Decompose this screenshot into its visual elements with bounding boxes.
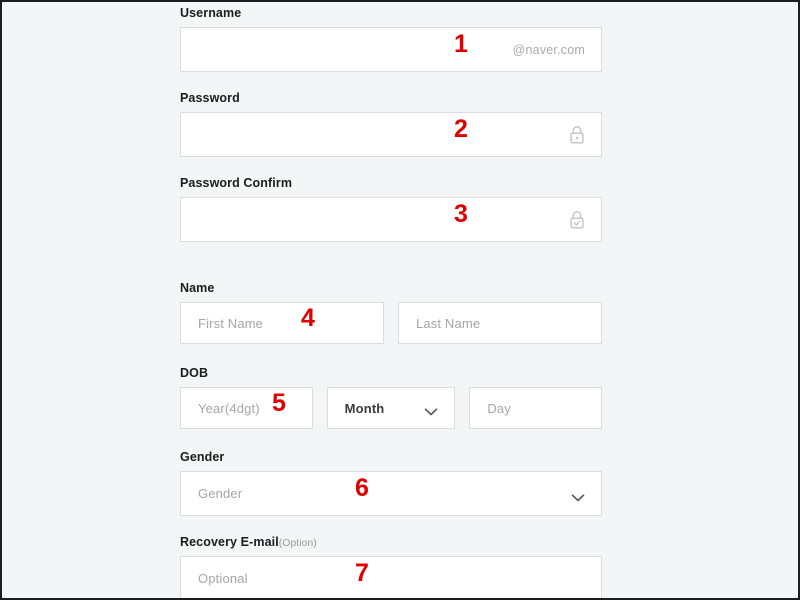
chevron-down-icon [571,489,585,501]
lock-icon [567,124,587,146]
signup-form-screenshot: Username @naver.com 1 Password 2 Passwor… [0,0,800,600]
recovery-email-label-note: (Option) [278,537,317,549]
field-group-gender: Gender Gender 6 [180,450,602,516]
recovery-email-label-slot: Recovery E-mail(Option) [180,535,602,556]
field-group-name: Name First Name Last Name 4 [180,281,602,344]
field-group-recovery-email: Recovery E-mail(Option) Optional 7 [180,535,602,598]
annotation-marker-1: 1 [454,30,468,58]
first-name-input[interactable]: First Name [180,302,384,344]
annotation-marker-7: 7 [355,559,369,587]
field-group-username: Username @naver.com 1 [180,6,602,72]
annotation-marker-3: 3 [454,200,468,228]
dob-month-value: Month [344,400,385,416]
password-confirm-label-slot: Password Confirm [180,176,602,197]
gender-select[interactable]: Gender [180,471,602,516]
annotation-marker-6: 6 [355,474,369,502]
recovery-email-placeholder: Optional [198,571,248,586]
gender-label: Gender [180,450,225,464]
annotation-marker-4: 4 [301,304,315,332]
recovery-email-label-text: Recovery E-mail [180,535,279,549]
dob-label: DOB [180,366,209,380]
password-input[interactable] [180,112,602,157]
name-row: First Name Last Name [180,302,602,344]
field-group-password: Password 2 [180,91,602,157]
gender-value: Gender [198,486,243,501]
username-domain-suffix: @naver.com [512,42,585,57]
recovery-email-input[interactable]: Optional [180,556,602,598]
password-confirm-label: Password Confirm [180,176,293,190]
lock-check-icon [567,209,587,231]
password-confirm-input[interactable] [180,197,602,242]
field-group-dob: DOB Year(4dgt) Month Day 5 [180,366,602,429]
field-group-password-confirm: Password Confirm 3 [180,176,602,242]
username-label: Username [180,6,242,20]
chevron-down-icon [424,404,438,416]
dob-day-input[interactable]: Day [469,387,602,429]
gender-label-slot: Gender [180,450,602,471]
username-label-slot: Username [180,6,602,27]
dob-day-placeholder: Day [487,400,511,416]
recovery-email-label: Recovery E-mail(Option) [180,535,602,550]
dob-year-input[interactable]: Year(4dgt) [180,387,313,429]
username-input[interactable]: @naver.com [180,27,602,72]
last-name-input[interactable]: Last Name [398,302,602,344]
dob-year-placeholder: Year(4dgt) [198,400,260,416]
password-label: Password [180,91,240,105]
dob-row: Year(4dgt) Month Day [180,387,602,429]
last-name-placeholder: Last Name [416,315,481,331]
dob-month-select[interactable]: Month [326,387,456,429]
dob-label-slot: DOB [180,366,602,387]
password-label-slot: Password [180,91,602,112]
name-label: Name [180,281,215,295]
first-name-placeholder: First Name [198,315,264,331]
annotation-marker-5: 5 [272,389,286,417]
name-label-slot: Name [180,281,602,302]
annotation-marker-2: 2 [454,115,468,143]
